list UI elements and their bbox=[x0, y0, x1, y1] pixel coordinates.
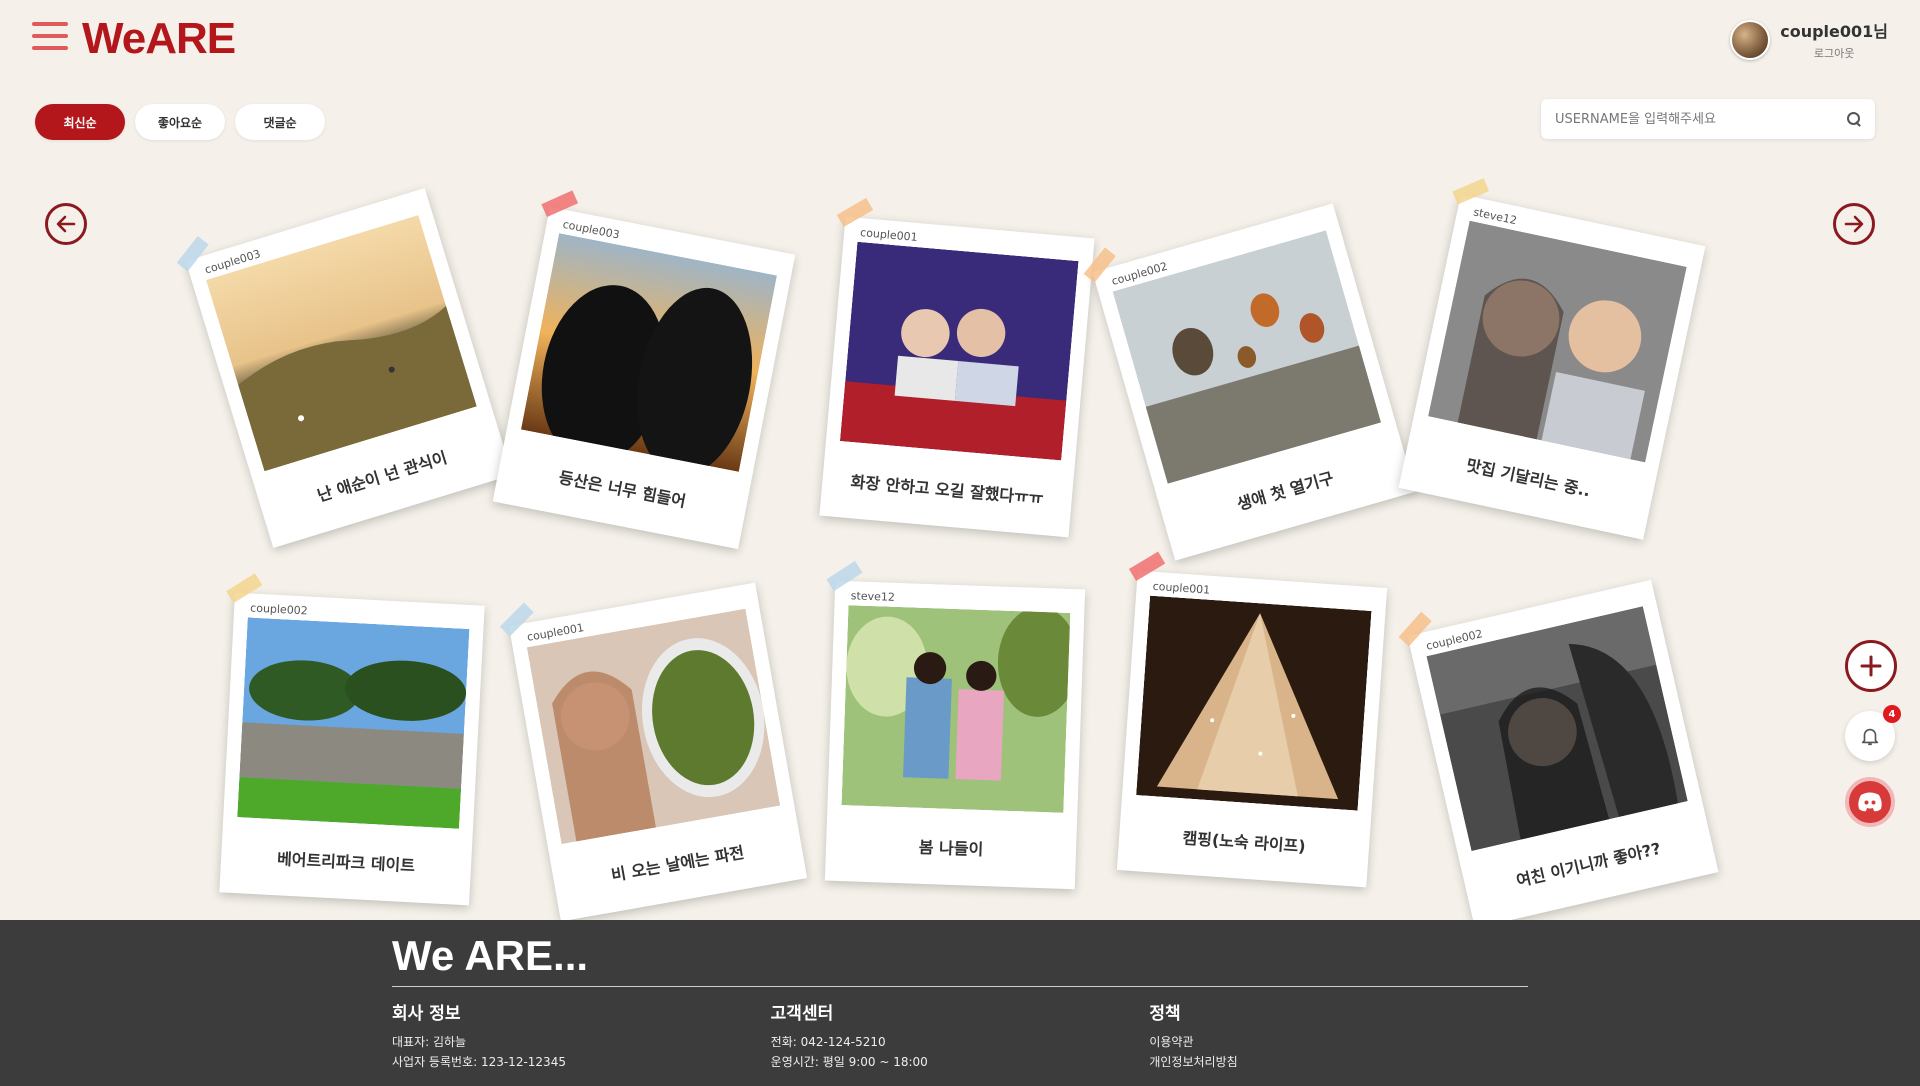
search-box bbox=[1541, 99, 1875, 139]
footer-heading: 고객센터 bbox=[770, 1004, 834, 1024]
footer-text: 사업자 등록번호: 123-12-12345 bbox=[392, 1055, 566, 1069]
footer-text: 대표자: 김하늘 bbox=[392, 1035, 467, 1049]
post-author: steve12 bbox=[850, 589, 896, 604]
post-photo bbox=[839, 241, 1079, 461]
avatar[interactable] bbox=[1730, 19, 1771, 60]
terms-link[interactable]: 이용약관 bbox=[1149, 1032, 1528, 1052]
prev-page-button[interactable] bbox=[45, 203, 87, 245]
next-page-button[interactable] bbox=[1833, 203, 1875, 245]
tape-decoration bbox=[1128, 551, 1166, 582]
logo[interactable]: WeARE bbox=[82, 14, 236, 64]
sort-latest-button[interactable]: 최신순 bbox=[35, 104, 125, 140]
bell-icon bbox=[1861, 728, 1879, 746]
user-name: couple001님 bbox=[1780, 22, 1888, 41]
post-photo bbox=[526, 608, 781, 845]
post-author: couple002 bbox=[249, 601, 309, 618]
footer-brand: We ARE... bbox=[392, 932, 1528, 987]
footer-text: 운영시간: 평일 9:00 ~ 18:00 bbox=[770, 1055, 928, 1069]
tape-decoration bbox=[836, 197, 874, 228]
post-caption: 비 오는 날에는 파전 bbox=[609, 842, 746, 885]
footer-company-info: 회사 정보 대표자: 김하늘 사업자 등록번호: 123-12-12345 bbox=[392, 999, 771, 1072]
post-card[interactable]: couple002 베어트리파크 데이트 bbox=[219, 573, 485, 906]
arrow-left-icon bbox=[56, 215, 76, 233]
discord-button[interactable] bbox=[1845, 777, 1895, 827]
discord-icon bbox=[1858, 792, 1882, 812]
post-photo bbox=[237, 617, 470, 829]
footer-heading: 정책 bbox=[1149, 1004, 1181, 1024]
post-author: couple001 bbox=[859, 226, 919, 245]
post-caption: 베어트리파크 데이트 bbox=[276, 849, 416, 876]
plus-icon bbox=[1860, 655, 1882, 677]
logout-link[interactable]: 로그아웃 bbox=[1814, 45, 1854, 61]
post-card[interactable]: steve12 봄 나들이 bbox=[824, 560, 1086, 890]
post-photo bbox=[1136, 595, 1372, 811]
privacy-policy-link[interactable]: 개인정보처리방침 bbox=[1149, 1052, 1528, 1072]
footer-heading: 회사 정보 bbox=[392, 1004, 461, 1024]
notification-count-badge: 4 bbox=[1883, 705, 1901, 723]
user-profile[interactable]: couple001님 로그아웃 bbox=[1730, 18, 1888, 61]
search-input[interactable] bbox=[1555, 111, 1847, 127]
post-card[interactable]: steve12 맛집 기달리는 중.. bbox=[1398, 178, 1706, 540]
tape-decoration bbox=[826, 560, 863, 592]
sort-likes-button[interactable]: 좋아요순 bbox=[135, 104, 225, 140]
tape-decoration bbox=[226, 573, 263, 604]
post-photo bbox=[841, 605, 1071, 813]
sort-comments-button[interactable]: 댓글순 bbox=[235, 104, 325, 140]
tape-decoration bbox=[541, 190, 579, 218]
notifications-button[interactable]: 4 bbox=[1845, 705, 1901, 761]
post-card[interactable]: couple001 비 오는 날에는 파전 bbox=[499, 582, 808, 922]
footer-text: 전화: 042-124-5210 bbox=[770, 1035, 886, 1049]
post-card[interactable]: couple002 생애 첫 열기구 bbox=[1083, 203, 1416, 561]
footer: We ARE... 회사 정보 대표자: 김하늘 사업자 등록번호: 123-1… bbox=[0, 920, 1920, 1086]
footer-policy: 정책 이용약관 개인정보처리방침 bbox=[1149, 999, 1528, 1072]
post-card[interactable]: couple001 화장 안하고 오길 잘했다ㅠㅠ bbox=[819, 197, 1095, 538]
post-caption: 등산은 너무 힘들어 bbox=[557, 467, 688, 512]
post-caption: 캠핑(노숙 라이프) bbox=[1181, 828, 1307, 856]
post-author: couple001 bbox=[1152, 579, 1211, 597]
sort-options: 최신순 좋아요순 댓글순 bbox=[35, 104, 325, 140]
add-post-button[interactable] bbox=[1845, 640, 1897, 692]
tape-decoration bbox=[1452, 178, 1490, 205]
post-photo bbox=[520, 233, 778, 472]
arrow-right-icon bbox=[1844, 215, 1864, 233]
post-caption: 봄 나들이 bbox=[918, 837, 984, 860]
post-card[interactable]: couple003 등산은 너무 힘들어 bbox=[492, 190, 796, 550]
search-icon[interactable] bbox=[1847, 112, 1861, 126]
footer-support: 고객센터 전화: 042-124-5210 운영시간: 평일 9:00 ~ 18… bbox=[771, 999, 1150, 1072]
post-card[interactable]: couple003 난 애순이 넌 관식이 bbox=[176, 188, 513, 548]
post-caption: 화장 안하고 오길 잘했다ㅠㅠ bbox=[849, 472, 1045, 508]
post-card[interactable]: couple002 여친 이기니까 좋아?? bbox=[1398, 579, 1719, 929]
post-photo bbox=[1428, 220, 1687, 463]
hamburger-menu-icon[interactable] bbox=[32, 22, 68, 54]
post-card[interactable]: couple001 캠핑(노숙 라이프) bbox=[1116, 551, 1388, 888]
